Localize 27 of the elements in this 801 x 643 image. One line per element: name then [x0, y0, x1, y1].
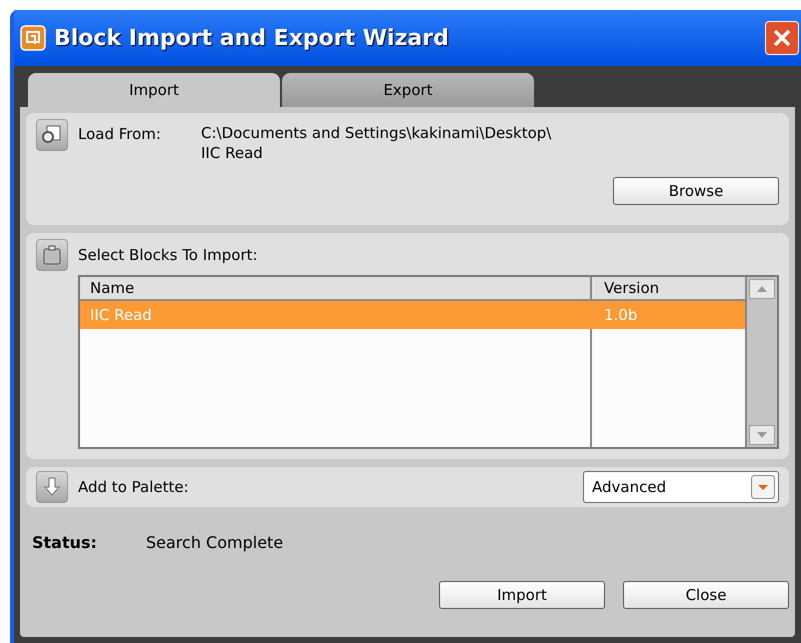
palette-dropdown[interactable]: Advanced: [583, 471, 779, 503]
dialog-button[interactable]: Close: [623, 581, 789, 609]
dialog-button[interactable]: Import: [439, 581, 605, 609]
status-text: Search Complete: [146, 532, 284, 554]
dialog-button[interactable]: Browse: [613, 177, 779, 205]
column-header[interactable]: Name: [80, 277, 592, 299]
table-cell-text: 1.0b: [603, 304, 638, 326]
scroll-down-icon[interactable]: [757, 432, 767, 438]
magnifier-icon: [36, 119, 68, 151]
close-icon[interactable]: [772, 28, 792, 48]
table-cell-text: IIC Read: [89, 304, 153, 326]
status-label: Status:: [32, 532, 98, 554]
load-from-label: Load From:: [78, 124, 162, 145]
tab[interactable]: Export: [282, 73, 534, 107]
dropdown-caret-icon[interactable]: [751, 475, 775, 499]
select-blocks-label: Select Blocks To Import:: [78, 244, 258, 266]
tab[interactable]: Import: [28, 73, 280, 107]
column-header[interactable]: Version: [592, 277, 745, 299]
window-title: Block Import and Export Wizard: [54, 24, 449, 52]
app-icon: [20, 25, 46, 51]
palette-label: Add to Palette:: [78, 476, 189, 498]
path-text: IIC Read: [201, 143, 264, 163]
path-text: C:\Documents and Settings\kakinami\Desktop\: [201, 123, 552, 143]
scroll-up-icon[interactable]: [757, 286, 767, 292]
close-button[interactable]: [765, 21, 799, 55]
clipboard-icon: [36, 239, 68, 271]
scrollbar[interactable]: [745, 277, 777, 447]
